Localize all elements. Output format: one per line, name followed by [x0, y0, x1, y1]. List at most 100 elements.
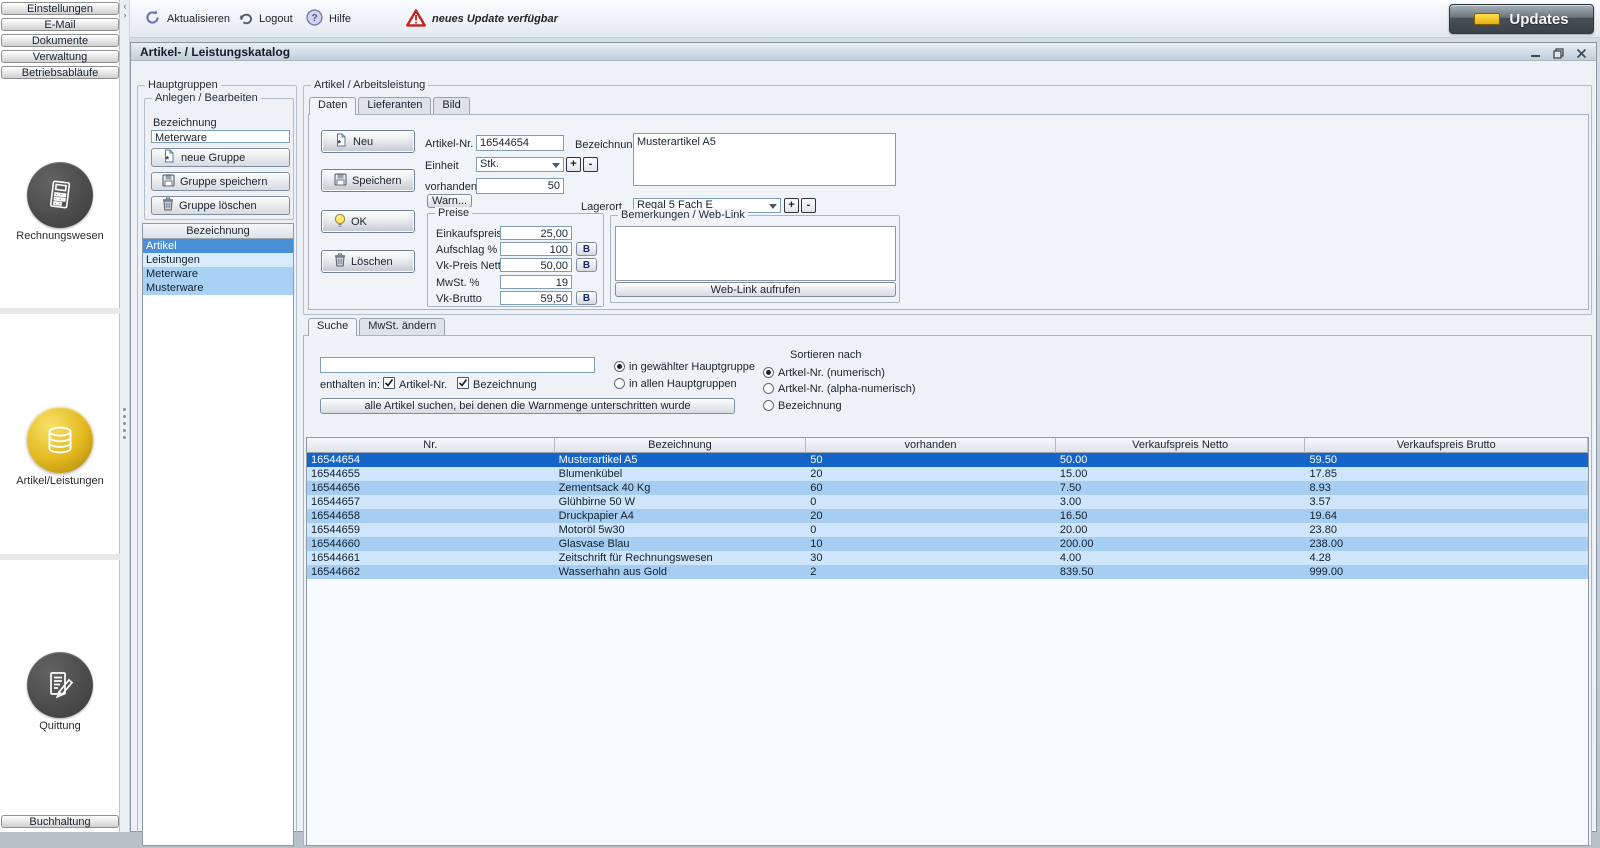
- vorhanden-input[interactable]: 50: [476, 178, 564, 194]
- table-row[interactable]: 16544656Zementsack 40 Kg607.508.93: [307, 481, 1588, 495]
- sort-radio-bezeichnung[interactable]: [763, 400, 774, 411]
- b-button[interactable]: B: [576, 242, 597, 256]
- table-row[interactable]: 16544661Zeitschrift für Rechnungswesen30…: [307, 551, 1588, 565]
- group-list-item[interactable]: Leistungen: [143, 253, 293, 267]
- sidebar-splitter[interactable]: ‹›: [120, 0, 130, 832]
- tab-lieferanten[interactable]: Lieferanten: [358, 97, 431, 114]
- window-titlebar[interactable]: Artikel- / Leistungskatalog: [131, 43, 1596, 61]
- table-row[interactable]: 16544660Glasvase Blau10200.00238.00: [307, 537, 1588, 551]
- column-header[interactable]: Verkaufspreis Brutto: [1305, 438, 1588, 453]
- gruppe-loeschen-button[interactable]: Gruppe löschen: [151, 196, 290, 215]
- table-cell: 200.00: [1056, 537, 1306, 551]
- daten-tabpage: * Neu Speichern OK Löschen: [308, 114, 1589, 310]
- preis-label: Vk-Brutto: [436, 293, 482, 305]
- b-button[interactable]: B: [576, 291, 597, 305]
- table-row[interactable]: 16544658Druckpapier A42016.5019.64: [307, 509, 1588, 523]
- table-cell: 7.50: [1056, 481, 1306, 495]
- table-cell: Glasvase Blau: [555, 537, 807, 551]
- column-header[interactable]: Bezeichnung: [555, 438, 807, 453]
- preis-input[interactable]: 100: [500, 242, 572, 256]
- sidebar-item-email[interactable]: E-Mail: [1, 18, 119, 31]
- einheit-remove-button[interactable]: -: [583, 157, 598, 172]
- warn-button[interactable]: Warn...: [427, 194, 472, 208]
- group-list-item[interactable]: Artikel: [143, 239, 293, 253]
- table-cell: 59.50: [1305, 453, 1588, 467]
- bemerkungen-textarea[interactable]: [615, 226, 896, 281]
- database-icon[interactable]: [27, 407, 93, 473]
- artikel-nr-input[interactable]: 16544654: [476, 135, 564, 151]
- sort-radio-alphanumerisch[interactable]: [763, 383, 774, 394]
- sidebar-separator: [0, 554, 120, 560]
- splitter-handle[interactable]: [123, 404, 126, 443]
- scope-radio-gewaehlte[interactable]: [614, 361, 625, 372]
- tab-daten[interactable]: Daten: [309, 97, 356, 115]
- group-list-header[interactable]: Bezeichnung: [143, 224, 293, 239]
- artikel-nr-checkbox[interactable]: [383, 377, 395, 389]
- receipt-icon[interactable]: [27, 652, 93, 718]
- preis-input[interactable]: 50,00: [500, 258, 572, 272]
- speichern-button[interactable]: Speichern: [321, 169, 415, 192]
- table-row[interactable]: 16544657Glühbirne 50 W03.003.57: [307, 495, 1588, 509]
- sidebar-item-verwaltung[interactable]: Verwaltung: [1, 50, 119, 63]
- sort-radio-numerisch[interactable]: [763, 367, 774, 378]
- sidebar-item-betriebsablaeufe[interactable]: Betriebsabläufe: [1, 66, 119, 79]
- table-cell: 2: [806, 565, 1056, 579]
- tab-bild[interactable]: Bild: [433, 97, 469, 114]
- ok-button[interactable]: OK: [321, 210, 415, 233]
- splitter-collapse-icon[interactable]: ‹›: [120, 2, 130, 20]
- preis-input[interactable]: 25,00: [500, 226, 572, 240]
- chevron-down-icon: [769, 204, 777, 209]
- weblink-button[interactable]: Web-Link aufrufen: [615, 282, 896, 297]
- column-header[interactable]: Verkaufspreis Netto: [1056, 438, 1306, 453]
- artikel-tabbar: DatenLieferantenBild: [309, 97, 472, 115]
- column-header[interactable]: Nr.: [307, 438, 555, 453]
- minimize-icon[interactable]: [1529, 46, 1542, 59]
- b-button[interactable]: B: [576, 258, 597, 272]
- sidebar-item-einstellungen[interactable]: Einstellungen: [1, 2, 119, 15]
- loeschen-button[interactable]: Löschen: [321, 250, 415, 273]
- sidebar-item-dokumente[interactable]: Dokumente: [1, 34, 119, 47]
- column-header[interactable]: vorhanden: [806, 438, 1056, 453]
- table-row[interactable]: 16544654Musterartikel A55050.0059.50: [307, 453, 1588, 467]
- calculator-icon[interactable]: [27, 162, 93, 228]
- warnmenge-search-button[interactable]: alle Artikel suchen, bei denen die Warnm…: [320, 398, 735, 414]
- table-row[interactable]: 16544659Motoröl 5w30020.0023.80: [307, 523, 1588, 537]
- gruppe-bezeichnung-input[interactable]: Meterware: [151, 130, 290, 143]
- table-cell: 19.64: [1305, 509, 1588, 523]
- save-icon: [334, 173, 347, 189]
- bezeichnung-textarea[interactable]: Musterartikel A5: [633, 133, 896, 186]
- anlegen-bearbeiten-panel: Anlegen / Bearbeiten Bezeichnung Meterwa…: [144, 98, 294, 220]
- help-icon: ?: [306, 9, 323, 29]
- neue-gruppe-button[interactable]: * neue Gruppe: [151, 148, 290, 167]
- scope-radio-alle[interactable]: [614, 378, 625, 389]
- sidebar-item-buchhaltung[interactable]: Buchhaltung: [1, 815, 119, 828]
- preis-label: Aufschlag %: [436, 244, 497, 256]
- group-list-item[interactable]: Musterware: [143, 281, 293, 295]
- preis-label: Einkaufspreis: [436, 228, 502, 240]
- table-row[interactable]: 16544655Blumenkübel2015.0017.85: [307, 467, 1588, 481]
- restore-icon[interactable]: [1552, 46, 1565, 59]
- lagerort-add-button[interactable]: +: [784, 198, 799, 213]
- einheit-add-button[interactable]: +: [566, 157, 581, 172]
- preis-input[interactable]: 59,50: [500, 291, 572, 305]
- help-button[interactable]: ? Hilfe: [306, 0, 351, 38]
- lagerort-remove-button[interactable]: -: [801, 198, 816, 213]
- bezeichnung-checkbox[interactable]: [457, 377, 469, 389]
- gruppe-speichern-button[interactable]: Gruppe speichern: [151, 172, 290, 191]
- neu-button[interactable]: * Neu: [321, 130, 415, 153]
- preis-row: Aufschlag %100 B: [428, 242, 603, 258]
- toolbar: Aktualisieren Logout ? Hilfe neues Updat…: [130, 0, 1600, 38]
- updates-button[interactable]: Updates: [1449, 4, 1594, 34]
- tab-suche[interactable]: Suche: [308, 318, 357, 336]
- tab-mwst-aendern[interactable]: MwSt. ändern: [359, 318, 445, 335]
- search-input[interactable]: [320, 357, 595, 373]
- refresh-button[interactable]: Aktualisieren: [144, 0, 230, 38]
- table-cell: 16544657: [307, 495, 555, 509]
- table-row[interactable]: 16544662Wasserhahn aus Gold2839.50999.00: [307, 565, 1588, 579]
- group-list-item[interactable]: Meterware: [143, 267, 293, 281]
- article-table-body: 16544654Musterartikel A55050.0059.501654…: [307, 453, 1588, 579]
- preis-input[interactable]: 19: [500, 275, 572, 289]
- close-icon[interactable]: [1575, 46, 1588, 59]
- logout-button[interactable]: Logout: [238, 0, 293, 38]
- einheit-select[interactable]: Stk.: [476, 157, 564, 172]
